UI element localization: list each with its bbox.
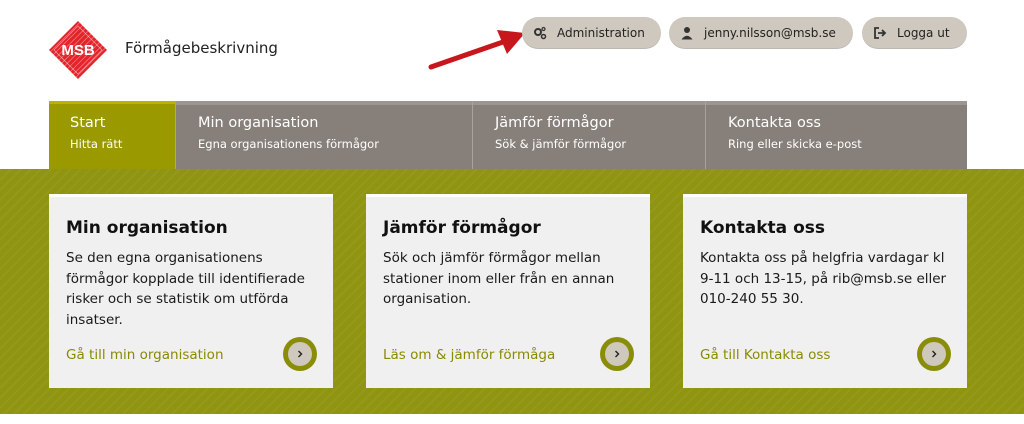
annotation-arrow-icon [428, 30, 525, 70]
nav-tab-kontakta-oss[interactable]: Kontakta oss Ring eller skicka e-post [705, 101, 967, 169]
nav-tab-start[interactable]: Start Hitta rätt [49, 101, 175, 169]
logout-button[interactable]: Logga ut [862, 17, 967, 49]
card-text: Se den egna organisationens förmågor kop… [66, 250, 305, 328]
chevron-right-icon [288, 342, 312, 366]
chevron-right-icon [922, 342, 946, 366]
administration-label: Administration [557, 26, 645, 40]
card-jamfor-formagor: Jämför förmågor Sök och jämför förmågor … [366, 194, 650, 388]
card-go-button[interactable] [283, 337, 317, 371]
msb-logo[interactable]: MSB [48, 20, 108, 80]
nav-tab-subtitle: Hitta rätt [70, 137, 123, 151]
card-text: Sök och jämför förmågor mellan stationer… [383, 250, 615, 307]
cards-section: Min organisation Se den egna organisatio… [0, 169, 1024, 414]
card-link[interactable]: Gå till Kontakta oss [700, 347, 830, 363]
nav-tab-min-organisation[interactable]: Min organisation Egna organisationens fö… [175, 101, 472, 169]
sign-out-icon [874, 27, 887, 39]
card-min-organisation: Min organisation Se den egna organisatio… [49, 194, 333, 388]
logout-label: Logga ut [897, 26, 950, 40]
card-go-button[interactable] [917, 337, 951, 371]
app-title: Förmågebeskrivning [125, 39, 278, 57]
user-account-button[interactable]: jenny.nilsson@msb.se [669, 17, 853, 49]
card-title: Min organisation [66, 218, 228, 238]
card-text: Kontakta oss på helgfria vardagar kl 9-1… [700, 250, 947, 307]
nav-tab-title: Min organisation [198, 115, 319, 131]
nav-tab-title: Start [70, 115, 106, 131]
administration-button[interactable]: Administration [522, 17, 661, 49]
cogs-icon [534, 26, 547, 40]
nav-tab-title: Kontakta oss [728, 115, 821, 131]
msb-logo-icon: MSB [49, 21, 107, 79]
user-email-label: jenny.nilsson@msb.se [704, 26, 836, 40]
main-navigation: Start Hitta rätt Min organisation Egna o… [49, 101, 967, 169]
nav-tab-subtitle: Egna organisationens förmågor [198, 137, 379, 151]
nav-tab-subtitle: Sök & jämför förmågor [495, 137, 627, 151]
card-go-button[interactable] [600, 337, 634, 371]
user-icon [681, 27, 693, 40]
card-title: Jämför förmågor [383, 218, 541, 238]
nav-tab-jamfor-formagor[interactable]: Jämför förmågor Sök & jämför förmågor [472, 101, 705, 169]
card-title: Kontakta oss [700, 218, 825, 238]
nav-tab-title: Jämför förmågor [495, 115, 614, 131]
card-link[interactable]: Gå till min organisation [66, 347, 224, 363]
nav-tab-subtitle: Ring eller skicka e-post [728, 137, 862, 151]
card-link[interactable]: Läs om & jämför förmåga [383, 347, 555, 363]
card-kontakta-oss: Kontakta oss Kontakta oss på helgfria va… [683, 194, 967, 388]
chevron-right-icon [605, 342, 629, 366]
logo-text: MSB [61, 42, 95, 59]
